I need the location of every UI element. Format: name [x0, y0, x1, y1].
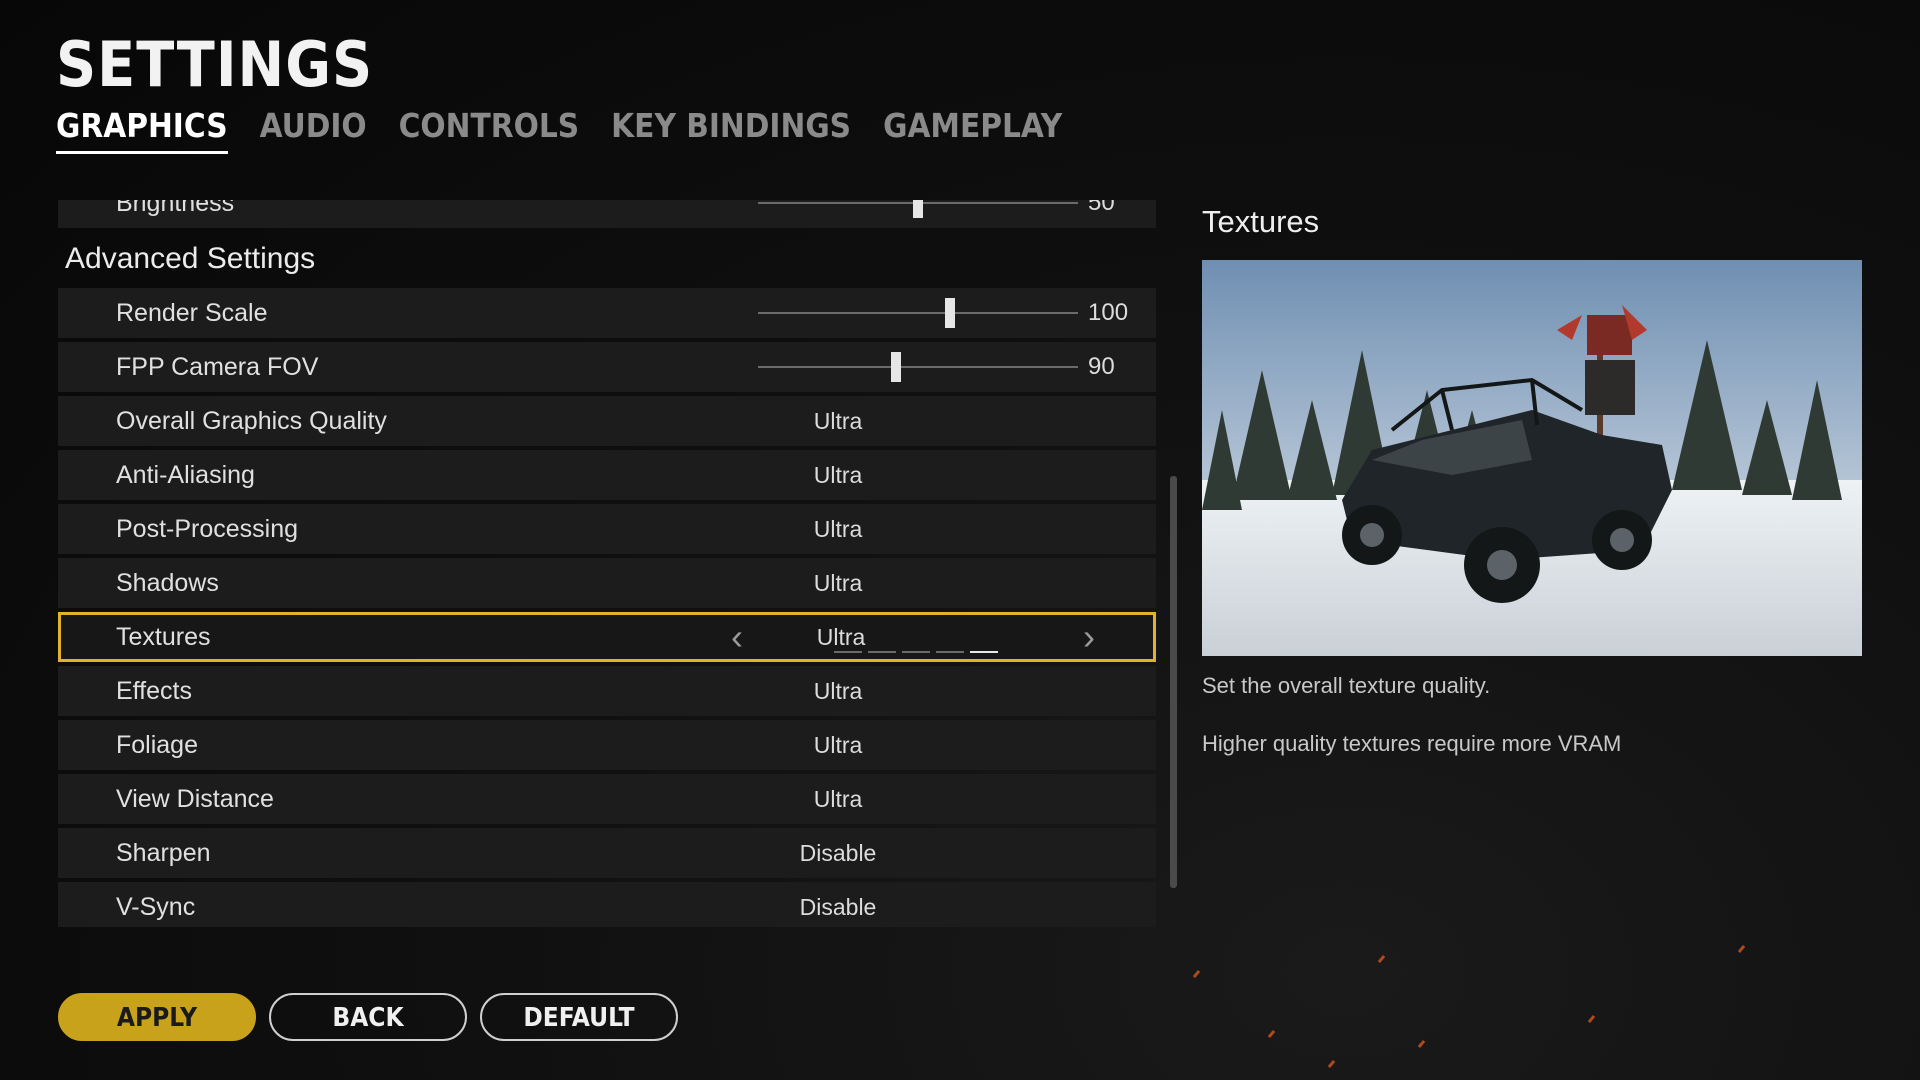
ember-particle — [1377, 954, 1386, 964]
fov-slider[interactable] — [758, 352, 1078, 382]
setting-label: Overall Graphics Quality — [116, 407, 387, 435]
setting-value: Ultra — [813, 408, 863, 434]
setting-value: Ultra — [813, 462, 863, 488]
ember-particle — [1587, 1014, 1596, 1024]
setting-label: View Distance — [116, 785, 274, 813]
quality-level-pip — [970, 651, 998, 653]
setting-label: V-Sync — [116, 893, 196, 921]
ember-particle — [1417, 1039, 1426, 1049]
setting-row-view-distance[interactable]: View Distance Ultra — [58, 774, 1156, 824]
setting-value: Ultra — [813, 732, 863, 758]
setting-label: Render Scale — [116, 299, 268, 327]
ember-particle — [1192, 969, 1201, 979]
page-title: SETTINGS — [56, 28, 374, 101]
apply-button[interactable]: APPLY — [58, 993, 256, 1041]
slider-thumb[interactable] — [945, 298, 955, 328]
quality-level-pip — [936, 651, 964, 653]
setting-row-anti-aliasing[interactable]: Anti-Aliasing Ultra — [58, 450, 1156, 500]
render-scale-slider[interactable] — [758, 298, 1078, 328]
default-button[interactable]: DEFAULT — [480, 993, 678, 1041]
setting-label: Post-Processing — [116, 515, 299, 543]
setting-row-overall-quality[interactable]: Overall Graphics Quality Ultra — [58, 396, 1156, 446]
texture-preview-image — [1202, 260, 1862, 656]
setting-label: Anti-Aliasing — [116, 461, 255, 489]
ember-particle — [1327, 1059, 1336, 1069]
tab-controls[interactable]: CONTROLS — [399, 106, 580, 154]
quality-level-pip — [868, 651, 896, 653]
slider-value: 90 — [1088, 353, 1115, 380]
ember-particle — [1737, 944, 1746, 954]
setting-value: Ultra — [813, 516, 863, 542]
tab-graphics[interactable]: GRAPHICS — [56, 106, 228, 154]
section-title: Advanced Settings — [65, 242, 316, 275]
slider-value: 50 — [1088, 200, 1115, 216]
ember-particle — [1267, 1029, 1276, 1039]
back-button[interactable]: BACK — [269, 993, 467, 1041]
setting-value: Disable — [799, 840, 877, 866]
setting-value: Disable — [799, 894, 877, 920]
setting-row-post-processing[interactable]: Post-Processing Ultra — [58, 504, 1156, 554]
setting-row-vsync[interactable]: V-Sync Disable — [58, 882, 1156, 927]
setting-value: Ultra — [813, 678, 863, 704]
quality-level-pip — [834, 651, 862, 653]
setting-label: Textures — [116, 623, 211, 651]
setting-label: Brightness — [116, 200, 235, 217]
tab-key-bindings[interactable]: KEY BINDINGS — [611, 106, 851, 154]
settings-scrollbar[interactable] — [1170, 476, 1177, 888]
setting-row-render-scale[interactable]: Render Scale 100 — [58, 288, 1156, 338]
setting-row-brightness[interactable]: Brightness 50 — [58, 200, 1156, 228]
setting-label: Sharpen — [116, 839, 211, 867]
slider-thumb[interactable] — [890, 352, 901, 382]
setting-row-textures[interactable]: Textures ‹ Ultra › — [58, 612, 1156, 662]
info-description: Set the overall texture quality. — [1202, 673, 1491, 698]
setting-value: Ultra — [813, 570, 863, 596]
setting-label: FPP Camera FOV — [116, 353, 319, 381]
setting-row-foliage[interactable]: Foliage Ultra — [58, 720, 1156, 770]
setting-row-fpp-fov[interactable]: FPP Camera FOV 90 — [58, 342, 1156, 392]
setting-row-sharpen[interactable]: Sharpen Disable — [58, 828, 1156, 878]
setting-row-effects[interactable]: Effects Ultra — [58, 666, 1156, 716]
tab-audio[interactable]: AUDIO — [260, 106, 367, 154]
quality-level-indicator — [834, 651, 1004, 653]
brightness-slider[interactable] — [758, 200, 1078, 218]
slider-value: 100 — [1088, 299, 1129, 326]
setting-label: Effects — [116, 677, 192, 705]
slider-thumb[interactable] — [913, 200, 923, 218]
chevron-right-icon[interactable]: › — [1083, 615, 1095, 659]
quality-level-pip — [902, 651, 930, 653]
settings-list: Brightness 50 Advanced Settings Render S… — [58, 200, 1156, 927]
setting-value: Ultra — [813, 786, 863, 812]
tab-gameplay[interactable]: GAMEPLAY — [883, 106, 1062, 154]
setting-label: Foliage — [116, 731, 198, 759]
info-panel-title: Textures — [1202, 204, 1320, 239]
settings-tabs: GRAPHICS AUDIO CONTROLS KEY BINDINGS GAM… — [56, 106, 1094, 154]
setting-label: Shadows — [116, 569, 219, 597]
info-vram-note: Higher quality textures require more VRA… — [1202, 731, 1622, 756]
setting-row-shadows[interactable]: Shadows Ultra — [58, 558, 1156, 608]
